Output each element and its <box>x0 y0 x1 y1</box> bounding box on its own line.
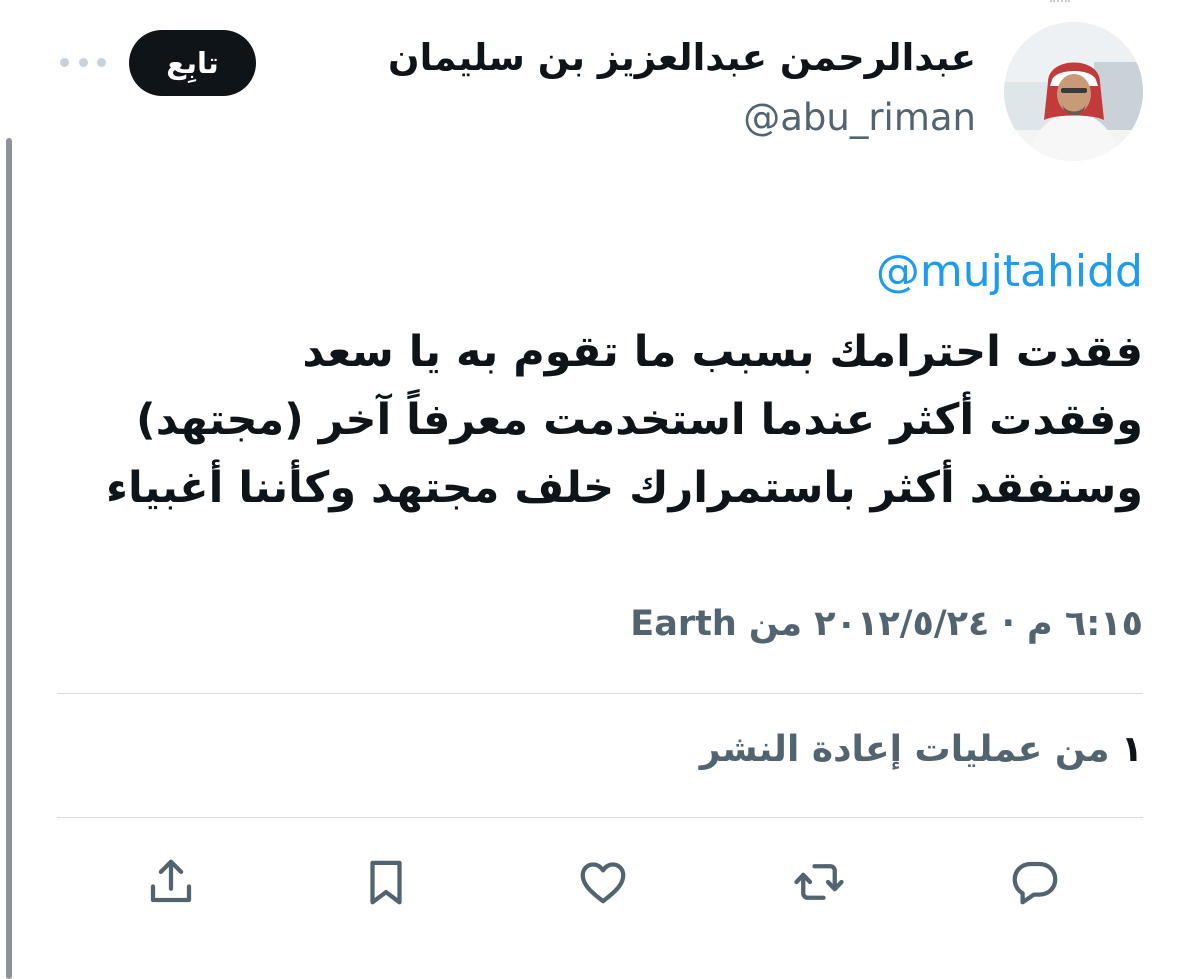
tweet-line: وستفقد أكثر باستمرارك خلف مجتهد وكأننا أ… <box>106 463 1143 513</box>
like-icon <box>580 862 626 904</box>
follow-button[interactable]: تابِع <box>129 30 256 96</box>
profile-photo-icon <box>1004 22 1143 161</box>
reposts-count: ١ <box>1121 729 1143 770</box>
author-handle[interactable]: @abu_riman <box>743 96 976 139</box>
bookmark-button[interactable] <box>354 850 418 914</box>
tweet-datetime[interactable]: ٦:١٥ م · ٢٠١٢/٥/٢٤ <box>814 604 1143 644</box>
share-icon <box>150 859 192 903</box>
repost-icon <box>794 864 844 900</box>
tweet-source: Earth <box>630 604 737 644</box>
tweet-line: فقدت احترامك بسبب ما تقوم به يا سعد <box>302 327 1143 377</box>
reposts-label: من عمليات إعادة النشر <box>699 729 1110 770</box>
scrollbar[interactable] <box>6 138 12 979</box>
author-display-name[interactable]: عبدالرحمن عبدالعزيز بن سليمان <box>388 36 976 79</box>
avatar[interactable] <box>1004 22 1143 161</box>
mention-link[interactable]: @mujtahidd <box>876 246 1143 297</box>
reposts-stat[interactable]: ١ من عمليات إعادة النشر <box>700 729 1143 770</box>
dot <box>97 57 106 67</box>
tweet-meta: ٦:١٥ م · ٢٠١٢/٥/٢٤ من Earth <box>630 604 1143 644</box>
reply-icon <box>1012 861 1058 905</box>
divider <box>57 693 1143 694</box>
tweet-text: فقدت احترامك بسبب ما تقوم به يا سعد وفقد… <box>63 318 1143 522</box>
ellipsis-icon[interactable] <box>60 54 106 70</box>
dot <box>60 57 69 67</box>
like-button[interactable] <box>571 850 635 914</box>
top-edge-divider <box>1050 0 1070 6</box>
tweet-line: وفقدت أكثر عندما استخدمت معرفاً آخر (مجت… <box>136 395 1143 445</box>
divider <box>57 817 1143 818</box>
share-button[interactable] <box>139 850 203 914</box>
repost-button[interactable] <box>787 850 851 914</box>
reply-button[interactable] <box>1003 850 1067 914</box>
dot <box>78 57 88 67</box>
from-label: من <box>748 604 803 644</box>
bookmark-icon <box>370 860 402 905</box>
